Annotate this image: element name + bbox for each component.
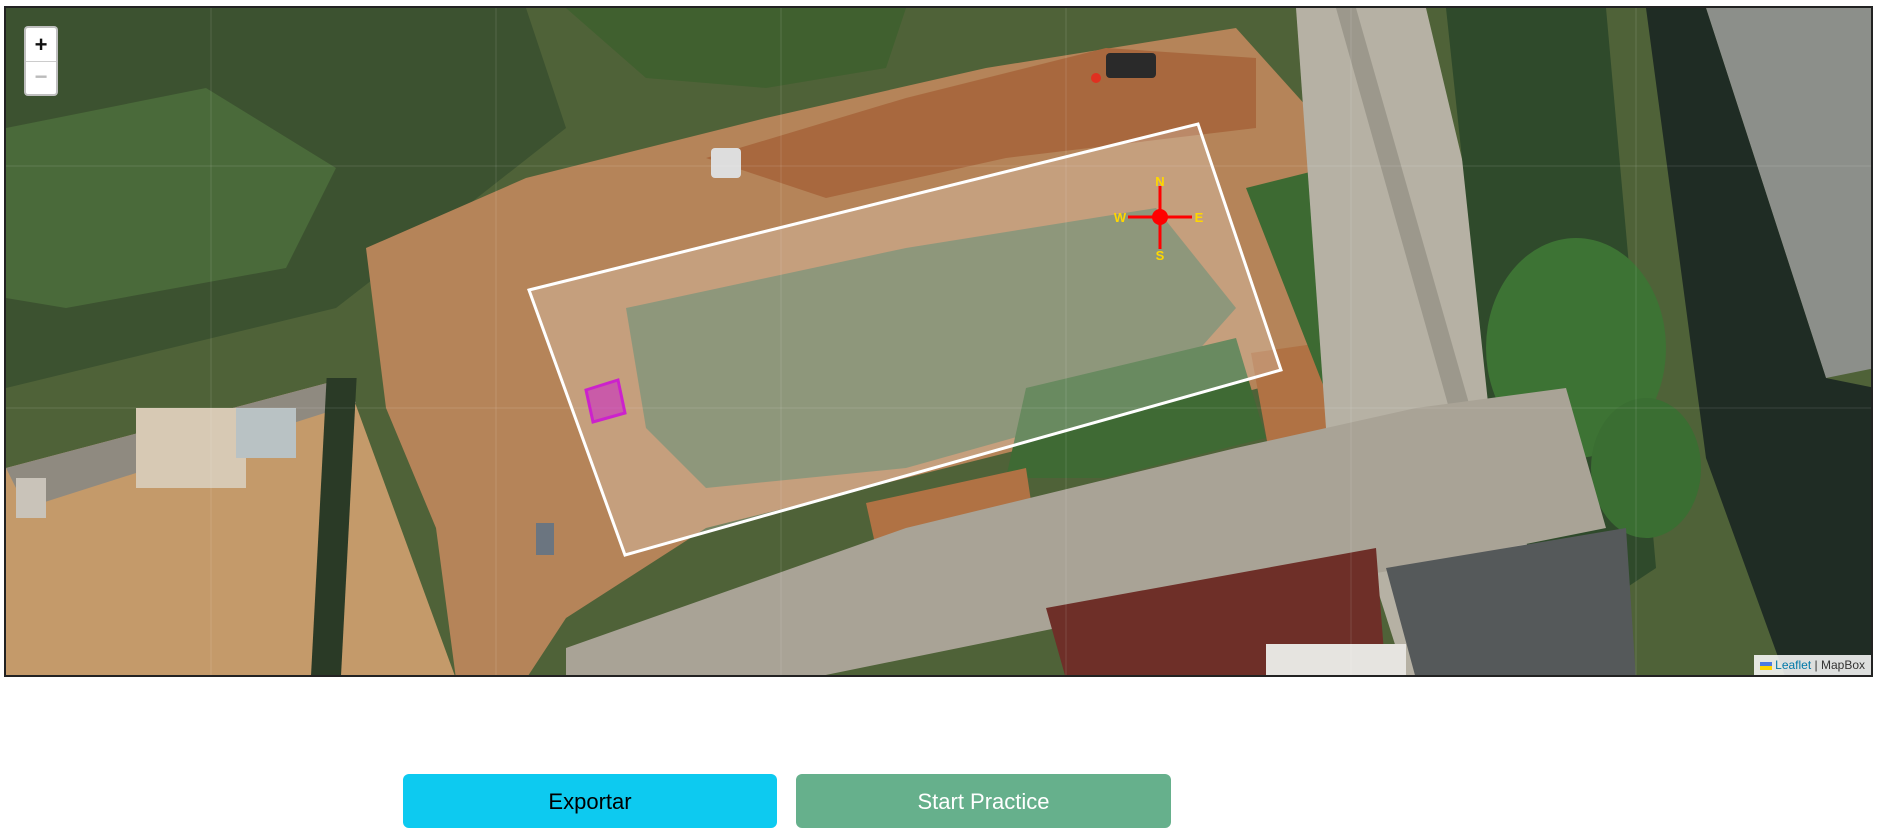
start-practice-button[interactable]: Start Practice <box>796 774 1171 828</box>
map-attribution: Leaflet | MapBox <box>1754 655 1871 675</box>
export-button[interactable]: Exportar <box>403 774 777 828</box>
compass-east: E <box>1195 210 1204 225</box>
map-overlay: N S E W <box>527 122 1283 557</box>
zoom-in-button[interactable]: + <box>26 28 56 61</box>
compass-south: S <box>1156 248 1165 263</box>
satellite-map[interactable]: N S E W + − Leaflet | MapBox <box>4 6 1873 677</box>
attribution-separator: | <box>1811 658 1821 672</box>
practice-field-polygon[interactable] <box>527 122 1283 557</box>
compass-west: W <box>1114 210 1127 225</box>
ukraine-flag-icon <box>1760 662 1773 670</box>
leaflet-link[interactable]: Leaflet <box>1775 658 1811 672</box>
zoom-out-button[interactable]: − <box>26 61 56 94</box>
attribution-provider: MapBox <box>1820 658 1865 672</box>
compass-north: N <box>1155 174 1164 189</box>
zoom-control: + − <box>24 26 58 96</box>
